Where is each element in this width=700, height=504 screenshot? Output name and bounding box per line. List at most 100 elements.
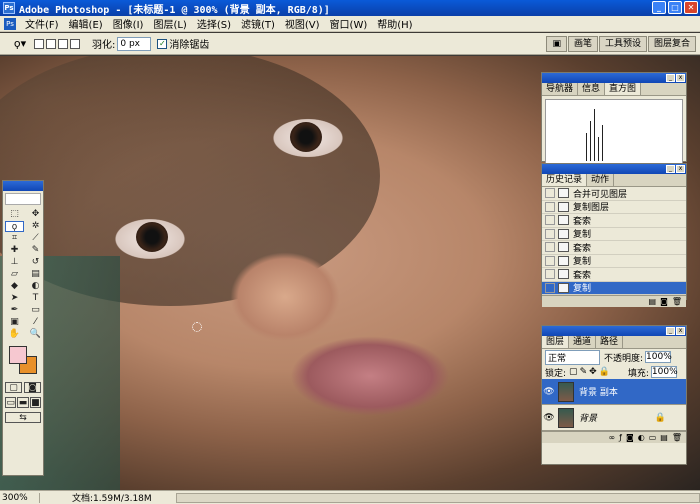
layer-row[interactable]: 👁 背景 🔒 <box>542 405 686 431</box>
lasso-tool-icon[interactable]: ϙ <box>5 221 24 232</box>
intersect-selection-icon[interactable] <box>70 38 80 49</box>
antialias-checkbox[interactable]: ✓ <box>157 38 168 49</box>
clone-stamp-tool-icon[interactable]: ⊥ <box>5 257 24 268</box>
minimize-panel-icon[interactable]: _ <box>666 74 675 82</box>
history-item[interactable]: 复制 <box>542 255 686 268</box>
tab-actions[interactable]: 动作 <box>587 174 615 186</box>
history-titlebar[interactable]: _ x <box>542 164 686 174</box>
screen-mode-black-icon[interactable]: ■ <box>29 397 41 408</box>
history-item[interactable]: 复制图层 <box>542 201 686 214</box>
move-tool-icon[interactable]: ✥ <box>26 209 45 220</box>
menu-view[interactable]: 视图(V) <box>280 16 325 31</box>
close-panel-icon[interactable]: x <box>676 74 685 82</box>
history-snapshot-checkbox[interactable] <box>545 228 555 239</box>
crop-tool-icon[interactable]: ⌗ <box>5 233 24 244</box>
mask-icon[interactable]: ◙ <box>626 433 634 442</box>
subtract-selection-icon[interactable] <box>58 38 68 49</box>
dodge-tool-icon[interactable]: ◐ <box>26 281 45 292</box>
tab-navigator[interactable]: 导航器 <box>542 83 579 95</box>
minimize-button[interactable]: _ <box>652 1 666 14</box>
history-snapshot-checkbox[interactable] <box>545 242 555 253</box>
menu-help[interactable]: 帮助(H) <box>372 16 417 31</box>
horizontal-scrollbar[interactable] <box>176 493 700 503</box>
zoom-tool-icon[interactable]: 🔍 <box>26 329 45 340</box>
blend-mode-select[interactable]: 正常 <box>545 349 600 365</box>
history-item[interactable]: 套索 <box>542 214 686 228</box>
photoshop-app-icon[interactable]: Ps <box>3 2 15 14</box>
tab-channels[interactable]: 通道 <box>569 336 597 348</box>
foreground-color-swatch[interactable] <box>9 346 27 364</box>
opacity-input[interactable]: 100% <box>645 351 672 363</box>
type-tool-icon[interactable]: T <box>26 293 45 304</box>
zoom-level[interactable]: 300% <box>0 492 40 503</box>
notes-tool-icon[interactable]: ▣ <box>5 317 24 328</box>
magic-wand-tool-icon[interactable]: ✲ <box>26 221 45 232</box>
history-snapshot-checkbox[interactable] <box>545 188 555 199</box>
layer-style-icon[interactable]: ƒ <box>619 433 622 442</box>
snapshot-icon[interactable]: ◙ <box>660 297 668 306</box>
link-icon[interactable]: ∞ <box>608 433 615 442</box>
layers-titlebar[interactable]: _ x <box>542 326 686 336</box>
tab-layers[interactable]: 图层 <box>542 336 570 348</box>
tab-info[interactable]: 信息 <box>578 83 606 95</box>
new-selection-icon[interactable] <box>34 38 44 49</box>
menu-file[interactable]: 文件(F) <box>20 16 64 31</box>
menu-select[interactable]: 选择(S) <box>192 16 236 31</box>
history-item-selected[interactable]: 复制 <box>542 281 686 295</box>
menu-edit[interactable]: 编辑(E) <box>64 16 108 31</box>
visibility-eye-icon[interactable]: 👁 <box>542 413 556 423</box>
blur-tool-icon[interactable]: ◆ <box>5 281 24 292</box>
feather-input[interactable]: 0 px <box>117 36 152 51</box>
tab-histogram[interactable]: 直方图 <box>605 83 642 95</box>
new-layer-icon[interactable]: ▤ <box>660 433 668 442</box>
screen-mode-full-icon[interactable]: ▬ <box>17 397 29 408</box>
menu-window[interactable]: 窗口(W) <box>325 16 373 31</box>
brush-tool-icon[interactable]: ✎ <box>26 245 45 256</box>
lock-all-icon[interactable]: 🔒 <box>599 367 610 377</box>
minimize-panel-icon[interactable]: _ <box>666 327 675 335</box>
jump-to-imageready-icon[interactable]: ⇆ <box>5 412 41 423</box>
document-menu-icon[interactable]: Ps <box>4 17 16 30</box>
minimize-panel-icon[interactable]: _ <box>666 165 675 173</box>
tab-paths[interactable]: 路径 <box>596 336 624 348</box>
history-snapshot-checkbox[interactable] <box>545 255 555 266</box>
trash-icon[interactable]: 🗑 <box>672 433 682 442</box>
hand-tool-icon[interactable]: ✋ <box>5 329 24 340</box>
new-group-icon[interactable]: ▭ <box>649 433 657 442</box>
shape-tool-icon[interactable]: ▭ <box>26 305 45 316</box>
history-item[interactable]: 套索 <box>542 241 686 255</box>
history-snapshot-checkbox[interactable] <box>545 282 555 293</box>
toolbox-titlebar[interactable] <box>3 181 43 191</box>
history-snapshot-checkbox[interactable] <box>545 269 555 280</box>
menu-image[interactable]: 图像(I) <box>108 16 149 31</box>
gradient-tool-icon[interactable]: ▤ <box>26 269 45 280</box>
well-tool-presets[interactable]: 工具预设 <box>598 36 647 52</box>
layer-row-selected[interactable]: 👁 背景 副本 <box>542 379 686 405</box>
well-layer-comps[interactable]: 图层复合 <box>647 36 696 52</box>
close-panel-icon[interactable]: x <box>676 327 685 335</box>
lock-image-icon[interactable]: ✎ <box>580 367 588 377</box>
add-selection-icon[interactable] <box>46 38 56 49</box>
maximize-button[interactable]: □ <box>668 1 682 14</box>
trash-icon[interactable]: 🗑 <box>672 297 682 306</box>
slice-tool-icon[interactable]: ⟋ <box>26 233 45 244</box>
adobe-online-icon[interactable] <box>5 193 41 205</box>
fill-input[interactable]: 100% <box>650 366 678 378</box>
history-item[interactable]: 合并可见图层 <box>542 187 686 201</box>
adjustment-icon[interactable]: ◐ <box>638 433 645 442</box>
visibility-eye-icon[interactable]: 👁 <box>542 387 556 397</box>
standard-mode-icon[interactable]: ▢ <box>5 382 22 393</box>
tab-history[interactable]: 历史记录 <box>542 174 588 186</box>
new-document-icon[interactable]: ▤ <box>649 297 657 306</box>
lasso-icon[interactable]: ϙ▾ <box>6 35 34 53</box>
well-brushes[interactable]: 画笔 <box>567 36 598 52</box>
history-item[interactable]: 套索 <box>542 268 686 282</box>
close-button[interactable]: ✕ <box>684 1 698 14</box>
history-item[interactable]: 复制 <box>542 228 686 241</box>
history-snapshot-checkbox[interactable] <box>545 215 555 226</box>
screen-mode-standard-icon[interactable]: ▭ <box>5 397 17 408</box>
healing-brush-tool-icon[interactable]: ✚ <box>5 245 24 256</box>
eraser-tool-icon[interactable]: ▱ <box>5 269 24 280</box>
pen-tool-icon[interactable]: ✒ <box>5 305 24 316</box>
navigator-titlebar[interactable]: _ x <box>542 73 686 83</box>
